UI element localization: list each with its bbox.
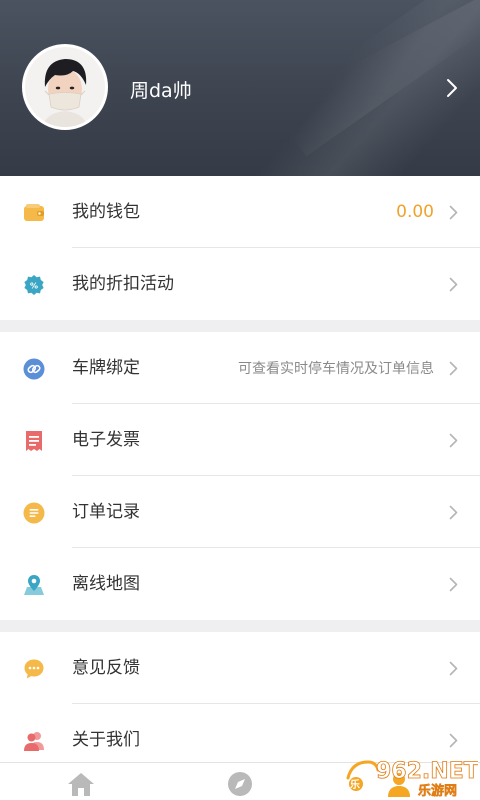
- menu-section-services: 车牌绑定 可查看实时停车情况及订单信息 电子发票 订单记录 离线地图: [0, 332, 480, 620]
- home-icon[interactable]: [66, 771, 96, 797]
- plate-binding-hint: 可查看实时停车情况及订单信息: [238, 361, 434, 377]
- menu-item-invoice[interactable]: 电子发票: [0, 404, 480, 476]
- link-icon: [23, 358, 45, 380]
- people-icon: [24, 732, 44, 751]
- map-pin-icon: [24, 575, 44, 595]
- menu-item-label: 意见反馈: [72, 658, 140, 678]
- receipt-icon: [26, 431, 42, 451]
- svg-text:乐: 乐: [350, 778, 360, 791]
- chat-bubble-icon: [24, 659, 44, 679]
- profile-page: 周da帅 我的钱包 0.00 % 我的折扣活动 车牌绑定 可查看实时停车情况及订…: [0, 0, 480, 800]
- list-icon: [23, 502, 45, 524]
- profile-header[interactable]: 周da帅: [0, 0, 480, 176]
- watermark-brand: 962.NET: [376, 759, 478, 784]
- watermark-sub: 乐游网: [418, 783, 457, 798]
- chevron-right-icon: [449, 361, 458, 376]
- chevron-right-icon: [449, 733, 458, 748]
- menu-item-plate-binding[interactable]: 车牌绑定 可查看实时停车情况及订单信息: [0, 332, 480, 404]
- username: 周da帅: [130, 80, 192, 102]
- avatar-image: [25, 47, 105, 127]
- chevron-right-icon: [449, 277, 458, 292]
- menu-item-label: 关于我们: [72, 730, 140, 750]
- menu-item-feedback[interactable]: 意见反馈: [0, 632, 480, 704]
- menu-section-account: 我的钱包 0.00 % 我的折扣活动: [0, 176, 480, 320]
- menu-item-wallet[interactable]: 我的钱包 0.00: [0, 176, 480, 248]
- chevron-right-icon: [449, 577, 458, 592]
- svg-text:%: %: [30, 282, 38, 291]
- chevron-right-icon: [449, 661, 458, 676]
- chevron-right-icon: [449, 433, 458, 448]
- compass-icon[interactable]: [225, 771, 255, 797]
- menu-item-orders[interactable]: 订单记录: [0, 476, 480, 548]
- watermark-logo: 乐 962.NET 乐游网: [342, 748, 479, 799]
- menu-item-label: 车牌绑定: [72, 358, 140, 378]
- discount-badge-icon: %: [24, 275, 44, 295]
- avatar[interactable]: [22, 44, 108, 130]
- chevron-right-icon: [449, 205, 458, 220]
- menu-item-label: 订单记录: [72, 502, 140, 522]
- chevron-right-icon: [447, 79, 457, 97]
- wallet-icon: [24, 204, 44, 221]
- menu-item-label: 我的折扣活动: [72, 274, 174, 294]
- menu-item-label: 离线地图: [72, 574, 140, 594]
- menu-item-label: 电子发票: [72, 430, 140, 450]
- menu-item-discount[interactable]: % 我的折扣活动: [0, 248, 480, 320]
- menu-item-offline-map[interactable]: 离线地图: [0, 548, 480, 620]
- menu-item-label: 我的钱包: [72, 202, 140, 222]
- chevron-right-icon: [449, 505, 458, 520]
- wallet-balance: 0.00: [396, 202, 434, 222]
